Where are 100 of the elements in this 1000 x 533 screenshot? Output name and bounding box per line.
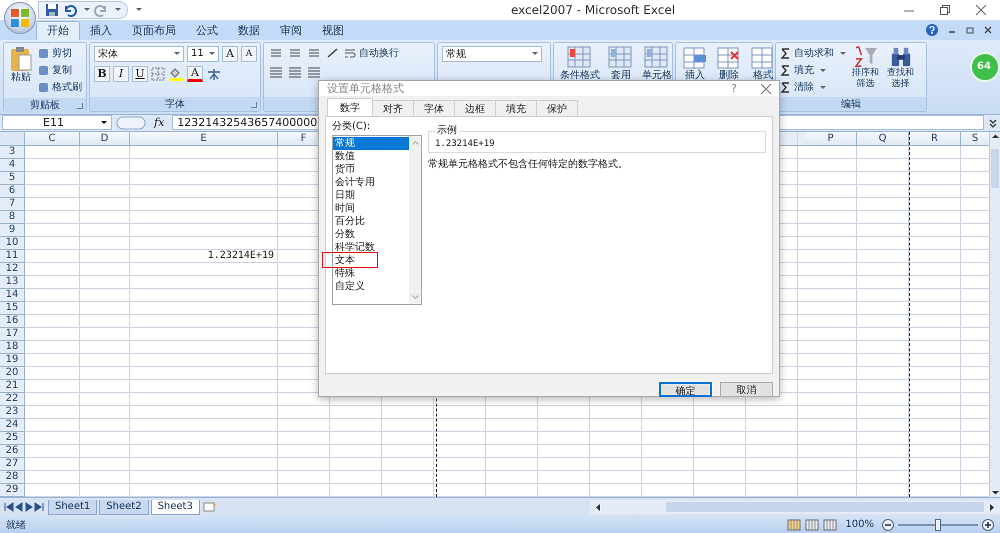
- row-header[interactable]: 19: [0, 354, 25, 368]
- table-cell[interactable]: [857, 471, 909, 484]
- table-cell[interactable]: [130, 341, 278, 354]
- table-cell[interactable]: [805, 172, 857, 186]
- editing-command[interactable]: 自动求和: [780, 46, 846, 61]
- category-item[interactable]: 常规: [333, 137, 409, 150]
- row-header[interactable]: 17: [0, 328, 25, 342]
- table-cell[interactable]: [909, 419, 961, 432]
- dialog-launcher-icon[interactable]: [77, 102, 83, 109]
- view-mode-icon[interactable]: [823, 518, 838, 531]
- restore-icon[interactable]: [940, 4, 950, 15]
- redo-icon[interactable]: [94, 2, 108, 17]
- table-cell[interactable]: [805, 146, 857, 160]
- scrollbar-thumb[interactable]: [666, 502, 984, 512]
- fill-color-icon[interactable]: [168, 66, 184, 81]
- table-cell[interactable]: [25, 328, 80, 342]
- row-header[interactable]: 8: [0, 211, 25, 224]
- row-header[interactable]: 10: [0, 237, 25, 250]
- scroll-left-icon[interactable]: [594, 502, 602, 512]
- scroll-right-icon[interactable]: [988, 502, 996, 512]
- help-button[interactable]: ?: [731, 82, 737, 95]
- save-icon[interactable]: [45, 2, 59, 17]
- ribbon-tab[interactable]: 数据: [228, 20, 270, 40]
- ribbon-tab[interactable]: 插入: [80, 20, 122, 40]
- row-header[interactable]: 21: [0, 380, 25, 394]
- horizontal-align-icon[interactable]: [268, 64, 284, 79]
- ribbon-tab[interactable]: 视图: [312, 20, 354, 40]
- scrollbar-thumb[interactable]: [991, 149, 999, 188]
- row-header[interactable]: 13: [0, 276, 25, 290]
- table-cell[interactable]: [25, 185, 80, 198]
- table-cell[interactable]: [25, 250, 80, 264]
- table-cell[interactable]: [80, 406, 130, 420]
- table-cell[interactable]: 1.23214E+19: [130, 250, 278, 264]
- row-header[interactable]: 7: [0, 198, 25, 212]
- table-cell[interactable]: [909, 276, 961, 290]
- dialog-tab[interactable]: 填充: [495, 100, 537, 116]
- editing-command[interactable]: 填充: [780, 62, 846, 78]
- table-cell[interactable]: [25, 159, 80, 172]
- category-item[interactable]: 时间: [333, 202, 409, 215]
- name-box[interactable]: E11: [2, 115, 112, 130]
- table-cell[interactable]: [857, 341, 909, 354]
- find-select-button[interactable]: 查找和 选择: [885, 46, 916, 90]
- table-cell[interactable]: [130, 198, 278, 212]
- table-cell[interactable]: [25, 237, 80, 250]
- table-cell[interactable]: [805, 367, 857, 380]
- category-item[interactable]: 自定义: [333, 280, 409, 293]
- row-header[interactable]: 6: [0, 185, 25, 198]
- table-cell[interactable]: [805, 302, 857, 316]
- grow-font-button[interactable]: A: [222, 46, 238, 62]
- table-cell[interactable]: [330, 419, 805, 432]
- table-cell[interactable]: [330, 445, 805, 458]
- category-item[interactable]: 数值: [333, 150, 409, 163]
- table-cell[interactable]: [130, 185, 278, 198]
- table-cell[interactable]: [80, 380, 130, 394]
- column-header[interactable]: R: [909, 132, 961, 146]
- table-cell[interactable]: [805, 276, 857, 290]
- view-mode-icon[interactable]: [787, 518, 802, 531]
- table-cell[interactable]: [25, 211, 80, 224]
- table-cell[interactable]: [909, 146, 961, 160]
- font-color-button[interactable]: A: [187, 66, 203, 82]
- table-cell[interactable]: [909, 289, 961, 302]
- table-cell[interactable]: [130, 302, 278, 316]
- table-cell[interactable]: [25, 367, 80, 380]
- borders-icon[interactable]: [151, 66, 165, 81]
- row-header[interactable]: 27: [0, 458, 25, 472]
- insert-function-button[interactable]: fx: [150, 116, 168, 130]
- table-cell[interactable]: [909, 159, 961, 172]
- table-cell[interactable]: [80, 471, 130, 484]
- table-cell[interactable]: [909, 328, 961, 342]
- table-cell[interactable]: [857, 458, 909, 472]
- table-cell[interactable]: [130, 146, 278, 160]
- dialog-tab[interactable]: 保护: [536, 100, 578, 116]
- table-cell[interactable]: [278, 458, 330, 472]
- table-cell[interactable]: [857, 289, 909, 302]
- table-cell[interactable]: [80, 224, 130, 238]
- table-cell[interactable]: [25, 289, 80, 302]
- table-cell[interactable]: [80, 146, 130, 160]
- table-cell[interactable]: [857, 172, 909, 186]
- table-cell[interactable]: [857, 276, 909, 290]
- table-cell[interactable]: [80, 159, 130, 172]
- dialog-tab[interactable]: 数字: [327, 98, 373, 116]
- column-header[interactable]: E: [130, 132, 278, 146]
- table-cell[interactable]: [805, 289, 857, 302]
- table-cell[interactable]: [805, 393, 857, 406]
- table-cell[interactable]: [805, 159, 857, 172]
- table-cell[interactable]: [909, 458, 961, 472]
- font-size-dropdown[interactable]: 11: [187, 46, 219, 62]
- column-header[interactable]: C: [25, 132, 80, 146]
- row-header[interactable]: 5: [0, 172, 25, 186]
- table-cell[interactable]: [909, 432, 961, 446]
- table-cell[interactable]: [278, 445, 330, 458]
- table-cell[interactable]: [909, 445, 961, 458]
- caret-icon[interactable]: [115, 8, 121, 12]
- table-cell[interactable]: [80, 185, 130, 198]
- table-cell[interactable]: [805, 315, 857, 328]
- table-cell[interactable]: [278, 419, 330, 432]
- bold-button[interactable]: B: [94, 66, 110, 82]
- close-icon[interactable]: [761, 84, 771, 94]
- table-cell[interactable]: [25, 224, 80, 238]
- row-header[interactable]: 28: [0, 471, 25, 484]
